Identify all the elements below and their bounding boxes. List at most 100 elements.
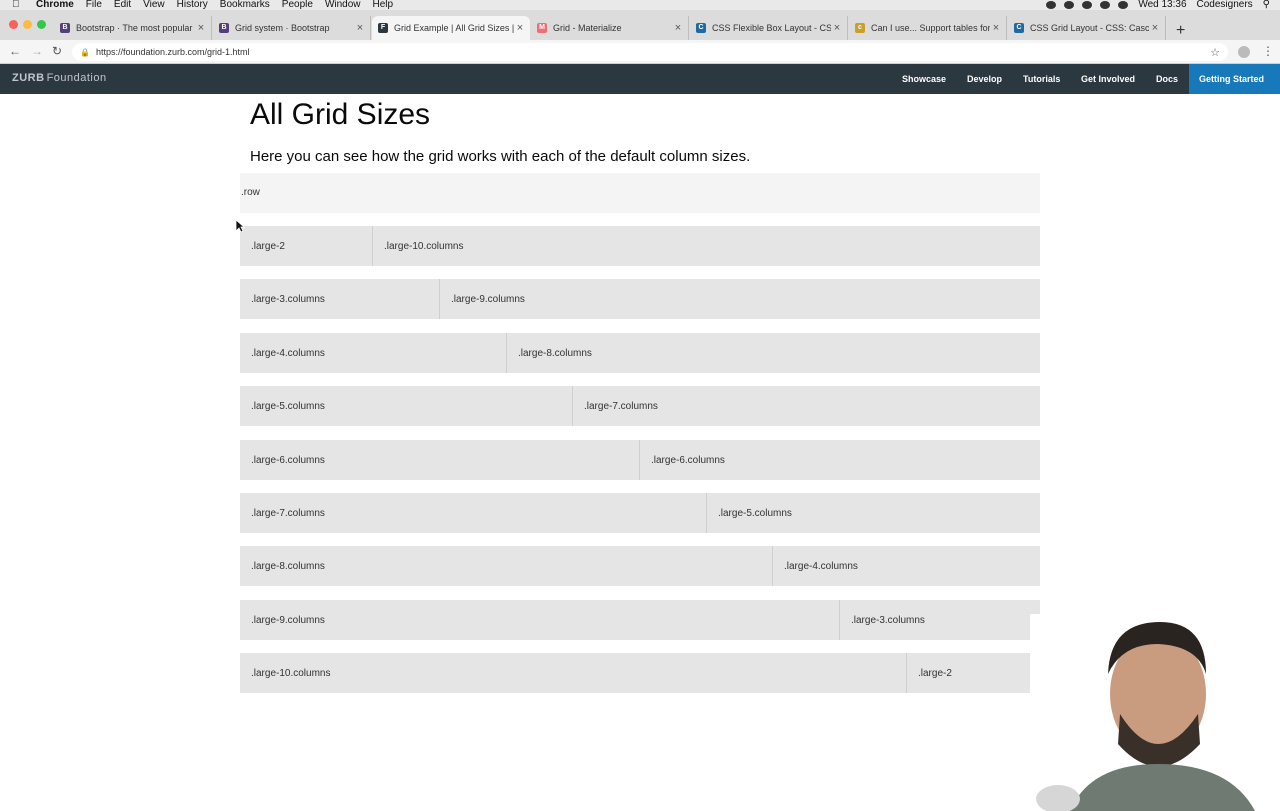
grid-column-right: .large-9.columns <box>440 279 1040 320</box>
page-content: All Grid Sizes Here you can see how the … <box>0 94 1280 811</box>
close-window-button[interactable] <box>9 20 18 29</box>
grid-column-left: .large-10.columns <box>240 653 907 694</box>
browser-toolbar: ← → ↻ 🔒 https://foundation.zurb.com/grid… <box>0 40 1280 64</box>
close-icon[interactable]: × <box>1149 22 1161 34</box>
back-arrow-icon[interactable]: ← <box>9 44 21 58</box>
grid-column-right: .large-2 <box>907 653 1040 694</box>
grid-column-left: .large-6.columns <box>240 439 640 480</box>
menu-edit[interactable]: Edit <box>114 0 131 10</box>
kebab-menu-icon[interactable]: ⋮ <box>1262 44 1274 58</box>
foundation-favicon-icon: F <box>378 23 388 33</box>
getting-started-button[interactable]: Getting Started <box>1189 64 1280 94</box>
materialize-favicon-icon: M <box>537 23 547 33</box>
nav-showcase[interactable]: Showcase <box>902 64 946 94</box>
tab-grid-materialize[interactable]: M Grid - Materialize × <box>531 16 689 40</box>
row-label-bar: .row <box>240 173 1040 213</box>
grid-row: .large-6.columns .large-6.columns <box>240 439 1040 480</box>
tab-strip: B Bootstrap · The most popular H × B Gri… <box>0 10 1280 40</box>
menu-window[interactable]: Window <box>325 0 361 10</box>
grid-column-left: .large-4.columns <box>240 332 507 373</box>
nav-develop[interactable]: Develop <box>967 64 1002 94</box>
grid-column-left: .large-5.columns <box>240 386 573 427</box>
grid-column-right: .large-4.columns <box>773 546 1040 587</box>
grid-row: .large-8.columns .large-4.columns <box>240 546 1040 587</box>
window-controls <box>9 20 51 29</box>
grid-column-right: .large-3.columns <box>840 599 1040 640</box>
site-logo[interactable]: ZURB Foundation <box>12 72 107 84</box>
grid-row: .large-4.columns .large-8.columns <box>240 332 1040 373</box>
status-icon[interactable] <box>1082 1 1093 9</box>
new-tab-button[interactable]: + <box>1176 22 1185 40</box>
forward-arrow-icon[interactable]: → <box>31 44 43 58</box>
mouse-cursor-icon <box>235 219 245 233</box>
grid-row: .large-9.columns .large-3.columns <box>240 599 1040 640</box>
os-menubar:  Chrome File Edit View History Bookmark… <box>0 0 1280 10</box>
grid-row: .large-5.columns .large-7.columns <box>240 386 1040 427</box>
bookmark-star-icon[interactable]: ☆ <box>1210 46 1220 59</box>
close-icon[interactable]: × <box>990 22 1002 34</box>
close-icon[interactable]: × <box>354 22 366 34</box>
reload-icon[interactable]: ↻ <box>52 44 62 58</box>
status-icon[interactable] <box>1046 1 1057 9</box>
tab-title: Bootstrap · The most popular H <box>76 23 195 33</box>
tab-can-i-use[interactable]: c Can I use... Support tables for × <box>849 16 1007 40</box>
mdn-favicon-icon: C <box>1014 23 1024 33</box>
tab-bootstrap[interactable]: B Bootstrap · The most popular H × <box>54 16 212 40</box>
grid-column-left: .large-7.columns <box>240 493 707 533</box>
close-icon[interactable]: × <box>195 22 207 34</box>
menu-app-name[interactable]: Chrome <box>36 0 74 10</box>
grid-column-right: .large-5.columns <box>707 493 1040 533</box>
clock[interactable]: Wed 13:36 <box>1138 0 1186 10</box>
status-icon[interactable] <box>1100 1 1111 9</box>
tab-css-flexbox-mdn[interactable]: C CSS Flexible Box Layout - CSS × <box>690 16 848 40</box>
menu-view[interactable]: View <box>143 0 165 10</box>
tab-title: Grid Example | All Grid Sizes | F <box>394 23 514 33</box>
close-icon[interactable]: × <box>831 22 843 34</box>
tab-title: Grid - Materialize <box>553 23 622 33</box>
page-lead: Here you can see how the grid works with… <box>250 148 751 165</box>
grid-column-right: .large-7.columns <box>573 386 1040 427</box>
tab-title: CSS Flexible Box Layout - CSS <box>712 23 831 33</box>
menu-people[interactable]: People <box>282 0 313 10</box>
tab-title: Can I use... Support tables for <box>871 23 990 33</box>
profile-avatar[interactable] <box>1238 46 1250 58</box>
tab-title: CSS Grid Layout - CSS: Cascad <box>1030 23 1149 33</box>
apple-icon[interactable]:  <box>12 0 26 10</box>
wifi-icon[interactable] <box>1118 1 1129 9</box>
maximize-window-button[interactable] <box>37 20 46 29</box>
url-text[interactable]: https://foundation.zurb.com/grid-1.html <box>96 47 250 57</box>
grid-row: .large-10.columns .large-2 <box>240 653 1040 694</box>
grid-column-left: .large-3.columns <box>240 279 440 320</box>
mdn-favicon-icon: C <box>696 23 706 33</box>
nav-docs[interactable]: Docs <box>1156 64 1178 94</box>
lock-icon: 🔒 <box>80 47 90 57</box>
close-icon[interactable]: × <box>672 22 684 34</box>
grid-row: .large-2 .large-10.columns <box>240 226 1040 266</box>
caniuse-favicon-icon: c <box>855 23 865 33</box>
menu-bookmarks[interactable]: Bookmarks <box>220 0 270 10</box>
grid-column-right: .large-6.columns <box>640 439 1040 480</box>
menu-history[interactable]: History <box>177 0 208 10</box>
close-icon[interactable]: × <box>514 22 526 34</box>
spotlight-icon[interactable]: ⚲ <box>1263 0 1270 10</box>
dropbox-icon[interactable] <box>1064 1 1075 9</box>
tab-grid-example-foundation[interactable]: F Grid Example | All Grid Sizes | F × <box>372 16 530 40</box>
address-bar[interactable]: 🔒 https://foundation.zurb.com/grid-1.htm… <box>72 43 1228 61</box>
grid-column-left: .large-9.columns <box>240 599 840 640</box>
minimize-window-button[interactable] <box>23 20 32 29</box>
grid-row: .large-7.columns .large-5.columns <box>240 493 1040 533</box>
menu-help[interactable]: Help <box>373 0 394 10</box>
tab-grid-system-bootstrap[interactable]: B Grid system · Bootstrap × <box>213 16 371 40</box>
menu-file[interactable]: File <box>86 0 102 10</box>
grid-row: .large-3.columns .large-9.columns <box>240 279 1040 320</box>
tab-css-grid-mdn[interactable]: C CSS Grid Layout - CSS: Cascad × <box>1008 16 1166 40</box>
logo-zurb: ZURB <box>12 72 45 84</box>
logo-foundation: Foundation <box>46 72 107 84</box>
nav-tutorials[interactable]: Tutorials <box>1023 64 1060 94</box>
nav-get-involved[interactable]: Get Involved <box>1081 64 1135 94</box>
bootstrap-favicon-icon: B <box>219 23 229 33</box>
grid-column-left: .large-8.columns <box>240 546 773 587</box>
site-topbar: ZURB Foundation Showcase Develop Tutorial… <box>0 64 1280 94</box>
bootstrap-favicon-icon: B <box>60 23 70 33</box>
user-name[interactable]: Codesigners <box>1197 0 1253 10</box>
